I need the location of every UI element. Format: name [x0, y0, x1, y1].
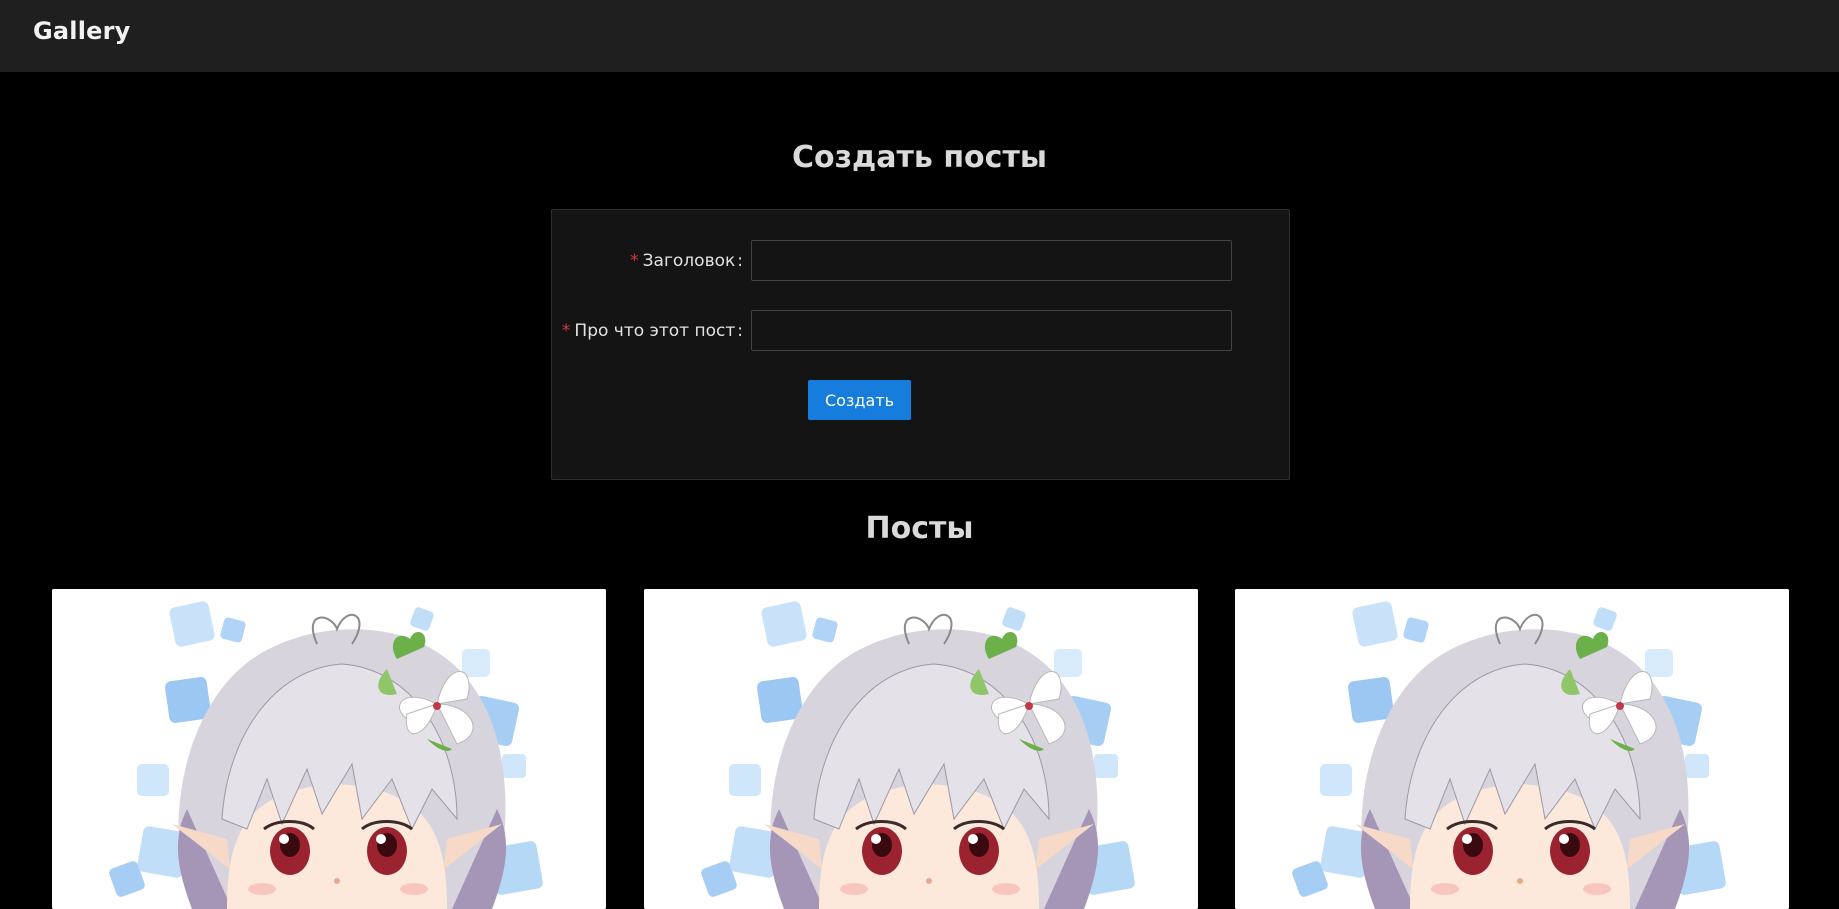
- required-mark: *: [561, 321, 571, 341]
- about-label-text: Про что этот пост: [574, 321, 736, 341]
- title-label: * Заголовок :: [630, 240, 743, 282]
- create-button[interactable]: Создать: [808, 380, 911, 420]
- post-card[interactable]: [1235, 589, 1789, 909]
- post-image: [1235, 589, 1789, 909]
- label-colon: :: [737, 321, 743, 341]
- post-image: [52, 589, 606, 909]
- required-mark: *: [630, 251, 639, 271]
- post-card[interactable]: [52, 589, 606, 909]
- label-colon: :: [737, 251, 743, 271]
- about-form-row: * Про что этот пост :: [552, 310, 1291, 352]
- create-post-form: * Заголовок : * Про что этот пост : Созд…: [551, 209, 1290, 480]
- create-posts-heading: Создать посты: [792, 140, 1047, 175]
- posts-heading: Посты: [865, 511, 974, 546]
- brand-title[interactable]: Gallery: [33, 17, 131, 45]
- about-input[interactable]: [751, 310, 1232, 351]
- top-header: Gallery: [0, 0, 1839, 72]
- about-label: * Про что этот пост :: [562, 310, 743, 352]
- title-input[interactable]: [751, 240, 1232, 281]
- title-form-row: * Заголовок :: [552, 240, 1291, 282]
- post-card[interactable]: [644, 589, 1198, 909]
- title-label-text: Заголовок: [642, 251, 736, 271]
- post-image: [644, 589, 1198, 909]
